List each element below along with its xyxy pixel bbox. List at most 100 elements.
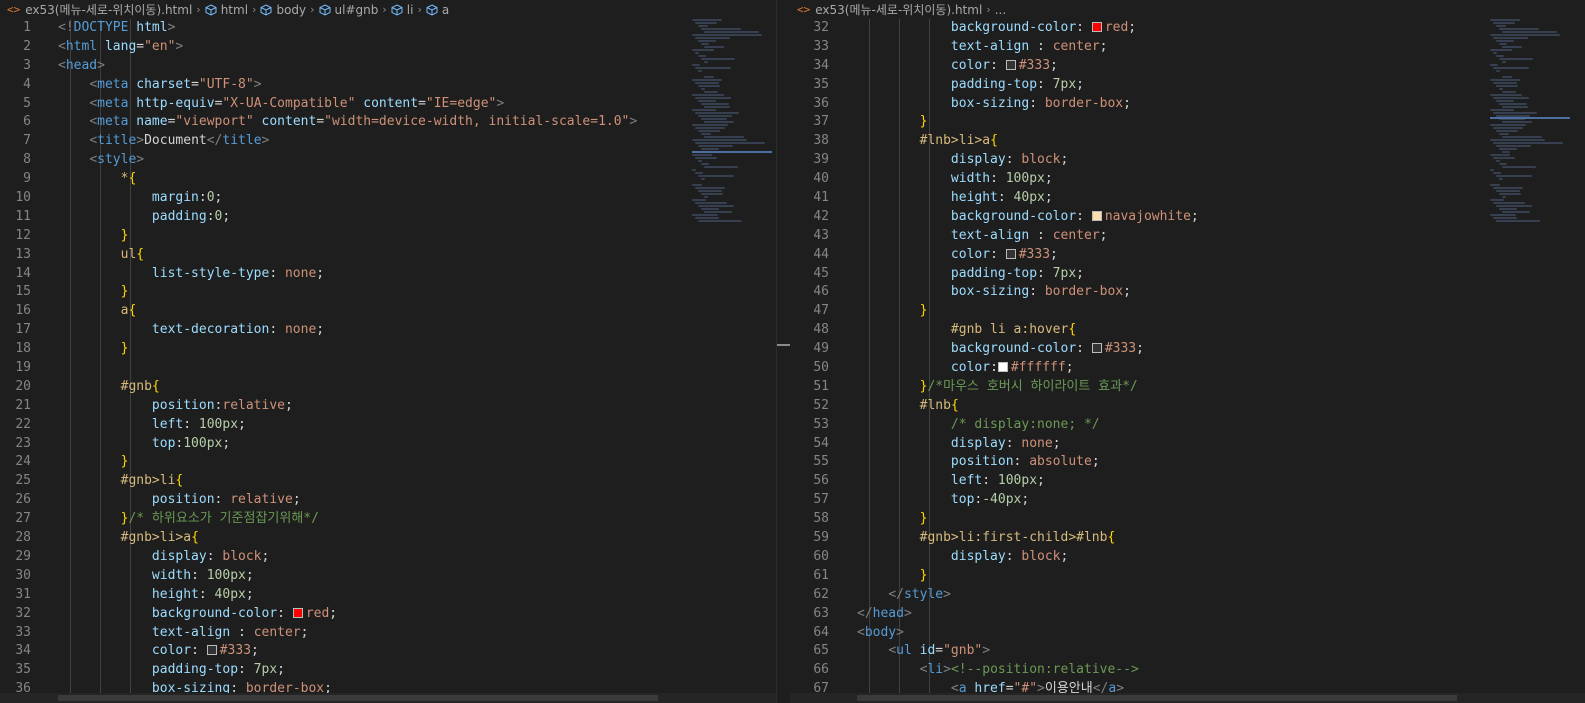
code-editor[interactable]: 32 background-color: red; 33 text-align :… bbox=[790, 19, 1585, 693]
code-line[interactable]: 49 background-color: #333; bbox=[790, 340, 1585, 359]
horizontal-scrollbar[interactable] bbox=[0, 693, 776, 703]
breadcrumb-item[interactable]: a bbox=[442, 3, 449, 17]
code-line[interactable]: 16 a{ bbox=[0, 302, 776, 321]
horizontal-scrollbar[interactable] bbox=[790, 693, 1585, 703]
code-line[interactable]: 7 <title>Document</title> bbox=[0, 132, 776, 151]
code-line[interactable]: 11 padding:0; bbox=[0, 208, 776, 227]
code-line[interactable]: 2 <html lang="en"> bbox=[0, 38, 776, 57]
code-line[interactable]: 33 text-align : center; bbox=[790, 38, 1585, 57]
color-swatch[interactable] bbox=[206, 645, 217, 656]
code-line[interactable]: 13 ul{ bbox=[0, 246, 776, 265]
code-line[interactable]: 28 #gnb>li>a{ bbox=[0, 529, 776, 548]
breadcrumb-item[interactable]: body bbox=[276, 3, 306, 17]
code-line[interactable]: 26 position: relative; bbox=[0, 491, 776, 510]
breadcrumb-item[interactable]: ... bbox=[995, 3, 1006, 17]
code-line[interactable]: 56 left: 100px; bbox=[790, 472, 1585, 491]
code-line[interactable]: 4 <meta charset="UTF-8"> bbox=[0, 76, 776, 95]
code-line[interactable]: 36 box-sizing: border-box; bbox=[0, 680, 776, 693]
code-line[interactable]: 57 top:-40px; bbox=[790, 491, 1585, 510]
code-line[interactable]: 65 <ul id="gnb"> bbox=[790, 642, 1585, 661]
code-line[interactable]: 50 color: #ffffff; bbox=[790, 359, 1585, 378]
color-swatch[interactable] bbox=[1005, 59, 1016, 70]
code-line[interactable]: 32 background-color: red; bbox=[0, 605, 776, 624]
code-line[interactable]: 52 #lnb{ bbox=[790, 397, 1585, 416]
code-line[interactable]: 66 <li><!--position:relative--> bbox=[790, 661, 1585, 680]
color-swatch[interactable] bbox=[292, 607, 303, 618]
breadcrumb-item[interactable]: li bbox=[407, 3, 414, 17]
code-line[interactable]: 67 <a href="#">이용안내</a> bbox=[790, 680, 1585, 693]
code-line[interactable]: 30 width: 100px; bbox=[0, 567, 776, 586]
color-swatch[interactable] bbox=[997, 362, 1008, 373]
breadcrumb-item[interactable]: ex53(메뉴-세로-위치이동).html bbox=[815, 1, 982, 18]
code-line[interactable]: 10 margin:0; bbox=[0, 189, 776, 208]
code-line[interactable]: 39 display: block; bbox=[790, 151, 1585, 170]
code-line[interactable]: 48 #gnb li a:hover{ bbox=[790, 321, 1585, 340]
code-line[interactable]: 8 <style> bbox=[0, 151, 776, 170]
code-line[interactable]: 63 </head> bbox=[790, 605, 1585, 624]
editor-pane-left[interactable]: <> ex53(메뉴-세로-위치이동).html › html › body › ul#gnb… bbox=[0, 0, 776, 703]
code-line[interactable]: 38 #lnb>li>a{ bbox=[790, 132, 1585, 151]
split-view-sash[interactable] bbox=[776, 0, 791, 703]
breadcrumb-item[interactable]: ul#gnb bbox=[335, 3, 379, 17]
code-token: { bbox=[990, 133, 998, 149]
breadcrumb-item[interactable]: html bbox=[221, 3, 248, 17]
code-line[interactable]: 33 text-align : center; bbox=[0, 624, 776, 643]
code-line[interactable]: 1 <!DOCTYPE html> bbox=[0, 19, 776, 38]
code-editor[interactable]: 1 <!DOCTYPE html> 2 <html lang="en"> 3 <head>… bbox=[0, 19, 776, 693]
code-line[interactable]: 21 position:relative; bbox=[0, 397, 776, 416]
code-line[interactable]: 64 <body> bbox=[790, 624, 1585, 643]
code-line[interactable]: 34 color: #333; bbox=[790, 57, 1585, 76]
code-line[interactable]: 29 display: block; bbox=[0, 548, 776, 567]
code-line[interactable]: 54 display: none; bbox=[790, 435, 1585, 454]
code-line[interactable]: 32 background-color: red; bbox=[790, 19, 1585, 38]
code-line[interactable]: 31 height: 40px; bbox=[0, 586, 776, 605]
code-line[interactable]: 58 } bbox=[790, 510, 1585, 529]
code-line[interactable]: 46 box-sizing: border-box; bbox=[790, 283, 1585, 302]
code-line[interactable]: 40 width: 100px; bbox=[790, 170, 1585, 189]
color-swatch[interactable] bbox=[1091, 22, 1102, 32]
code-line[interactable]: 24 } bbox=[0, 453, 776, 472]
code-line[interactable]: 35 padding-top: 7px; bbox=[790, 76, 1585, 95]
code-line[interactable]: 20 #gnb{ bbox=[0, 378, 776, 397]
code-line[interactable]: 19 bbox=[0, 359, 776, 378]
code-line[interactable]: 45 padding-top: 7px; bbox=[790, 265, 1585, 284]
code-line[interactable]: 14 list-style-type: none; bbox=[0, 265, 776, 284]
code-line[interactable]: 60 display: block; bbox=[790, 548, 1585, 567]
code-line[interactable]: 61 } bbox=[790, 567, 1585, 586]
code-line[interactable]: 22 left: 100px; bbox=[0, 416, 776, 435]
code-line[interactable]: 47 } bbox=[790, 302, 1585, 321]
color-swatch[interactable] bbox=[1091, 343, 1102, 354]
code-line[interactable]: 17 text-decoration: none; bbox=[0, 321, 776, 340]
code-line[interactable]: 15 } bbox=[0, 283, 776, 302]
code-line[interactable]: 53 /* display:none; */ bbox=[790, 416, 1585, 435]
code-line[interactable]: 12 } bbox=[0, 227, 776, 246]
code-line[interactable]: 44 color: #333; bbox=[790, 246, 1585, 265]
code-line[interactable]: 23 top:100px; bbox=[0, 435, 776, 454]
code-line[interactable]: 41 height: 40px; bbox=[790, 189, 1585, 208]
code-token: height bbox=[950, 190, 998, 206]
editor-pane-right[interactable]: <> ex53(메뉴-세로-위치이동).html ›... 32 backgroun… bbox=[790, 0, 1585, 703]
code-line[interactable]: 6 <meta name="viewport" content="width=d… bbox=[0, 113, 776, 132]
minimap[interactable] bbox=[1490, 19, 1570, 229]
code-line[interactable]: 18 } bbox=[0, 340, 776, 359]
code-line[interactable]: 9 *{ bbox=[0, 170, 776, 189]
color-swatch[interactable] bbox=[1005, 248, 1016, 259]
code-line[interactable]: 35 padding-top: 7px; bbox=[0, 661, 776, 680]
code-line[interactable]: 36 box-sizing: border-box; bbox=[790, 95, 1585, 114]
code-line[interactable]: 37 } bbox=[790, 113, 1585, 132]
code-line[interactable]: 59 #gnb>li:first-child>#lnb{ bbox=[790, 529, 1585, 548]
minimap[interactable] bbox=[692, 19, 772, 229]
code-line[interactable]: 34 color: #333; bbox=[0, 642, 776, 661]
color-swatch[interactable] bbox=[1091, 210, 1102, 221]
code-line[interactable]: 27 }/* 하위요소가 기준점잡기위해*/ bbox=[0, 510, 776, 529]
code-line[interactable]: 42 background-color: navajowhite; bbox=[790, 208, 1585, 227]
code-line[interactable]: 5 <meta http-equiv = "X-UA-Compatible" con… bbox=[0, 95, 776, 114]
code-line[interactable]: 62 </style> bbox=[790, 586, 1585, 605]
code-line[interactable]: 55 position: absolute; bbox=[790, 453, 1585, 472]
breadcrumb-item[interactable]: ex53(메뉴-세로-위치이동).html bbox=[25, 1, 192, 18]
code-line[interactable]: 51 }/*마우스 호버시 하이라이트 효과*/ bbox=[790, 378, 1585, 397]
code-line[interactable]: 43 text-align : center; bbox=[790, 227, 1585, 246]
code-line[interactable]: 3 <head> bbox=[0, 57, 776, 76]
code-line[interactable]: 25 #gnb>li{ bbox=[0, 472, 776, 491]
